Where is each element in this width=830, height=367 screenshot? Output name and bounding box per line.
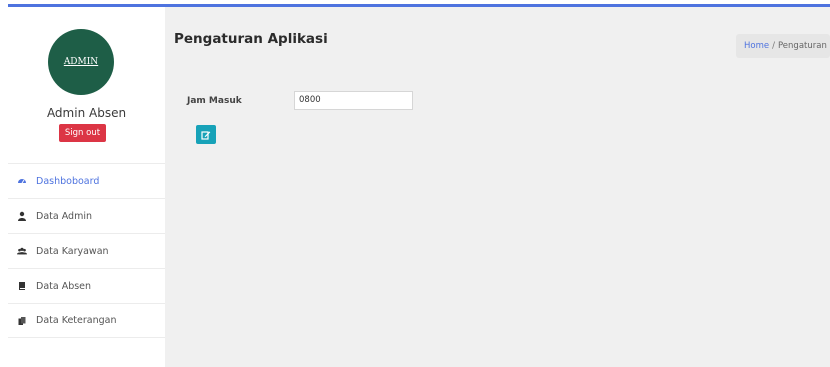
book-icon	[8, 281, 36, 291]
sidebar-item-data-karyawan[interactable]: Data Karyawan	[8, 233, 165, 268]
breadcrumb-current: Pengaturan	[777, 41, 827, 51]
page-title: Pengaturan Aplikasi	[174, 31, 328, 47]
sidebar-item-label: Data Keterangan	[36, 315, 117, 326]
sidebar-item-data-absen[interactable]: Data Absen	[8, 268, 165, 303]
sidebar-item-dashboard[interactable]: Dashboboard	[8, 163, 165, 198]
admin-name: Admin Absen	[46, 106, 127, 120]
sidebar-item-label: Data Absen	[36, 280, 92, 292]
breadcrumb-separator: /	[772, 41, 775, 51]
users-icon	[8, 246, 36, 256]
copy-icon	[8, 316, 36, 326]
sign-out-button[interactable]: Sign out	[59, 124, 106, 142]
jam-masuk-label: Jam Masuk	[187, 96, 242, 106]
breadcrumb-home-link[interactable]: Home	[744, 41, 769, 51]
user-icon	[8, 211, 36, 221]
jam-masuk-input[interactable]: 0800	[294, 91, 413, 110]
sidebar: ADMIN Admin Absen Sign out Dashboboard D…	[8, 7, 165, 367]
sidebar-item-label: Data Admin	[36, 210, 92, 222]
sidebar-item-label: Data Karyawan	[36, 245, 109, 257]
sidebar-item-data-keterangan[interactable]: Data Keterangan	[8, 303, 165, 338]
sidebar-item-label: Dashboboard	[36, 175, 100, 187]
main-content: Pengaturan Aplikasi Home / Pengaturan Ja…	[165, 7, 830, 367]
sidebar-item-data-admin[interactable]: Data Admin	[8, 198, 165, 233]
edit-button[interactable]	[196, 125, 216, 144]
edit-icon	[201, 130, 211, 140]
avatar: ADMIN	[48, 29, 114, 95]
breadcrumb: Home / Pengaturan	[736, 34, 830, 58]
avatar-text: ADMIN	[63, 57, 99, 67]
sidebar-menu: Dashboboard Data Admin Data Karyawan Dat…	[8, 163, 165, 338]
dashboard-icon	[8, 176, 36, 186]
